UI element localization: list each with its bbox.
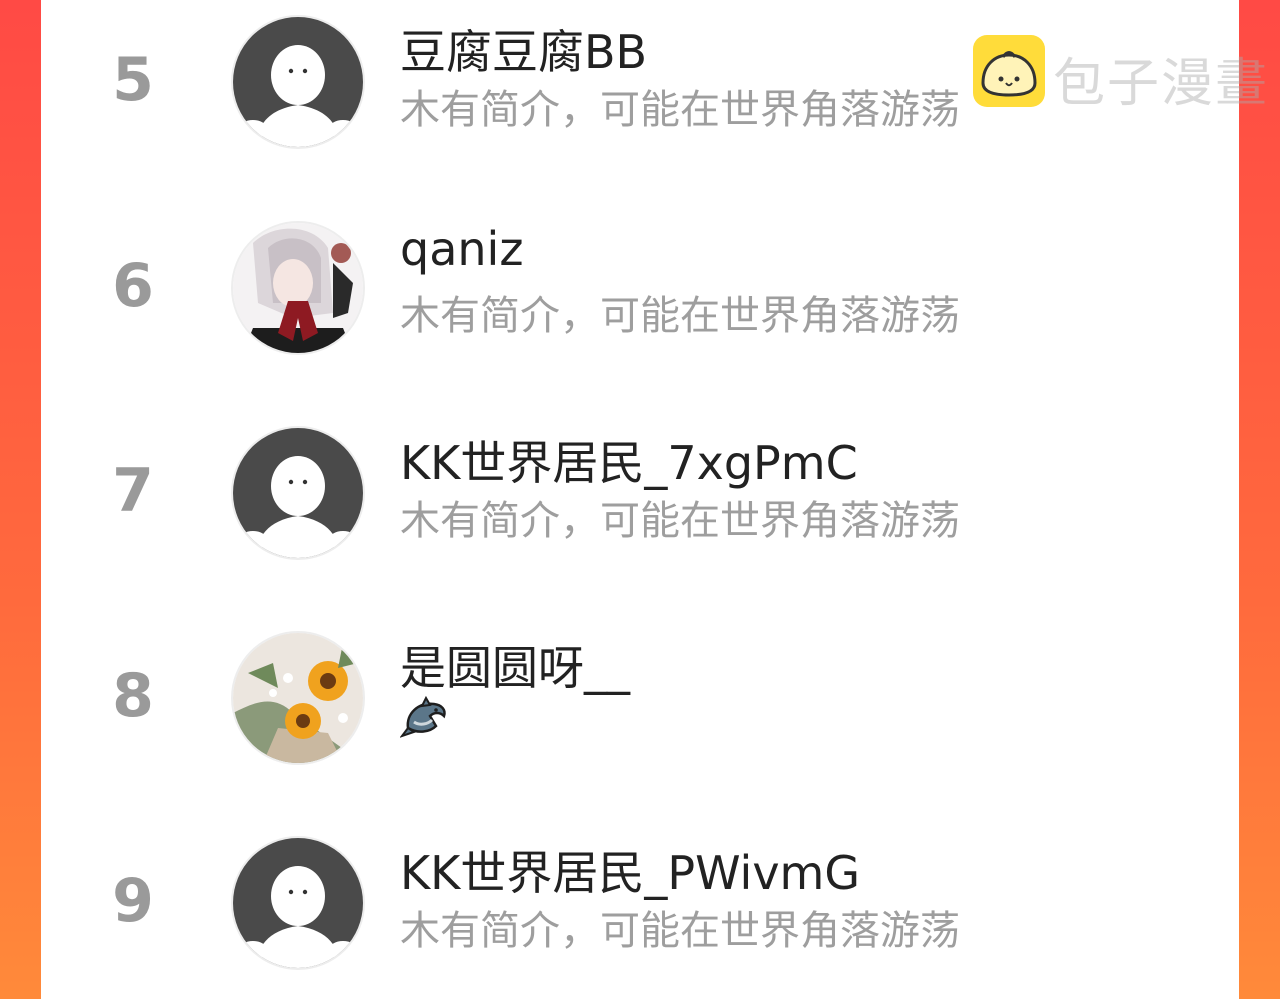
avatar[interactable] xyxy=(231,15,365,149)
dolphin-icon xyxy=(400,695,446,738)
avatar[interactable] xyxy=(231,631,365,765)
bun-logo-icon xyxy=(973,35,1045,107)
rank-number: 6 xyxy=(112,251,154,321)
username[interactable]: KK世界居民_7xgPmC xyxy=(400,427,858,493)
watermark: 包子漫畫 xyxy=(973,35,1267,114)
username[interactable]: 是圆圆呀__ xyxy=(400,632,630,698)
default-avatar-icon xyxy=(233,17,363,147)
list-item[interactable]: 8 是圆圆呀__ xyxy=(41,626,1239,766)
rank-number: 8 xyxy=(112,661,154,731)
user-bio: 木有简介，可能在世界角落游荡 xyxy=(400,87,960,133)
rank-number: 5 xyxy=(112,45,154,115)
rank-number: 7 xyxy=(112,456,154,526)
username[interactable]: KK世界居民_PWivmG xyxy=(400,837,860,903)
avatar[interactable] xyxy=(231,426,365,560)
username[interactable]: 豆腐豆腐BB xyxy=(400,16,647,82)
user-bio: 木有简介，可能在世界角落游荡 xyxy=(400,293,960,339)
watermark-text: 包子漫畫 xyxy=(1053,54,1270,114)
sunflower-bouquet-avatar-icon xyxy=(233,633,363,763)
default-avatar-icon xyxy=(233,838,363,968)
avatar[interactable] xyxy=(231,221,365,355)
user-bio: 木有简介，可能在世界角落游荡 xyxy=(400,908,960,954)
anime-girl-avatar-icon xyxy=(233,223,363,353)
user-bio: 木有简介，可能在世界角落游荡 xyxy=(400,498,960,544)
avatar[interactable] xyxy=(231,836,365,970)
list-item[interactable]: 6 qaniz 木有简介，可能在世界角落游荡 xyxy=(41,216,1239,356)
default-avatar-icon xyxy=(233,428,363,558)
ranking-list-card: 5 豆腐豆腐BB 木有简介，可能在世界角落游荡 6 qaniz 木有简介，可能在… xyxy=(41,0,1239,999)
rank-number: 9 xyxy=(112,866,154,936)
list-item[interactable]: 9 KK世界居民_PWivmG 木有简介，可能在世界角落游荡 xyxy=(41,831,1239,971)
username[interactable]: qaniz xyxy=(400,222,523,276)
list-item[interactable]: 7 KK世界居民_7xgPmC 木有简介，可能在世界角落游荡 xyxy=(41,421,1239,561)
